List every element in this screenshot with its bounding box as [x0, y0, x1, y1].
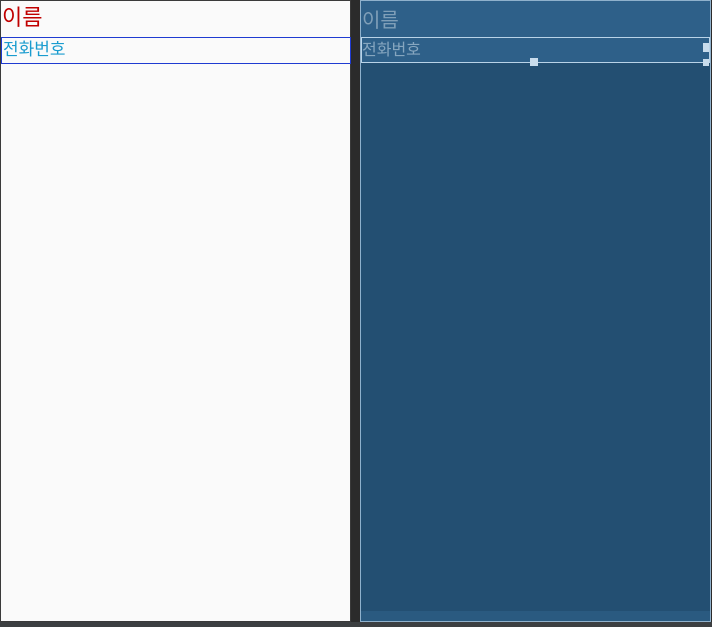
resize-handle-right-bottom[interactable]: [703, 59, 709, 66]
blueprint-phone-label: 전화번호: [362, 40, 421, 59]
blueprint-panel[interactable]: 이름 전화번호: [360, 0, 711, 622]
resize-handle-bottom[interactable]: [530, 58, 538, 66]
editor-bottom-bar: [0, 622, 712, 627]
phone-textview[interactable]: 전화번호: [1, 37, 351, 64]
name-textview[interactable]: 이름: [2, 4, 42, 34]
design-preview-panel[interactable]: 이름 전화번호: [0, 0, 351, 622]
layout-editor-canvas: 이름 전화번호 이름 전화번호: [0, 0, 712, 627]
resize-handle-right-top[interactable]: [703, 43, 709, 52]
blueprint-name-label: 이름: [362, 8, 399, 32]
blueprint-footer-strip: [361, 611, 710, 621]
blueprint-name-textview[interactable]: 이름: [361, 1, 710, 37]
